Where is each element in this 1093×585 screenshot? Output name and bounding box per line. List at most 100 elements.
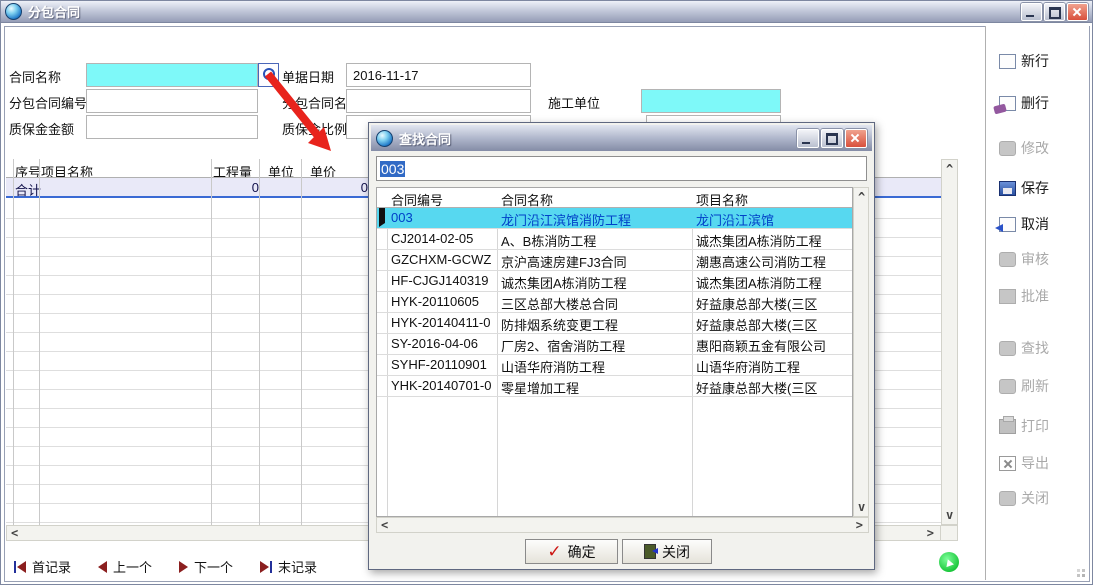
toolbar-delete-row[interactable]: 删行: [999, 93, 1049, 113]
doc-date-input[interactable]: 2016-11-17: [346, 63, 531, 87]
toolbar-refresh[interactable]: 刷新: [999, 376, 1049, 396]
toolbar-modify[interactable]: 修改: [999, 138, 1049, 158]
toolbar-approve[interactable]: 批准: [999, 286, 1049, 306]
last-record-icon: [260, 561, 272, 573]
dialog-horizontal-scrollbar[interactable]: < >: [376, 517, 869, 533]
dialog-title-bar: 查找合同: [371, 125, 872, 151]
sub-contract-no-input[interactable]: [86, 89, 258, 113]
total-label: 合计: [15, 180, 41, 199]
scroll-right-icon[interactable]: >: [856, 518, 863, 532]
scroll-left-icon[interactable]: <: [381, 518, 388, 532]
table-row[interactable]: GZCHXM-GCWZ 京沪高速房建FJ3合同 潮惠高速公司消防工程: [377, 250, 852, 271]
toolbar-print[interactable]: 打印: [999, 416, 1049, 436]
scrollbar-corner: [941, 525, 958, 541]
table-row[interactable]: YHK-20140701-0 零星增加工程 好益康总部大楼(三区: [377, 376, 852, 397]
toolbar-label: 导出: [1021, 453, 1049, 473]
approve-icon: [999, 289, 1016, 304]
header-contract-no: 合同编号: [387, 188, 497, 207]
scroll-down-icon[interactable]: v: [946, 508, 953, 522]
table-row[interactable]: HF-CJGJ140319 诚杰集团A栋消防工程 诚杰集团A栋消防工程: [377, 271, 852, 292]
last-record-button[interactable]: 末记录: [260, 557, 317, 576]
total-quantity: 0: [211, 180, 259, 195]
ok-button-label: 确定: [568, 542, 596, 562]
resize-grip-icon[interactable]: [1074, 566, 1085, 577]
doc-date-label: 单据日期: [282, 67, 334, 86]
window-title: 分包合同: [28, 2, 80, 21]
prev-record-icon: [98, 561, 107, 573]
print-icon: [999, 419, 1016, 434]
close-button[interactable]: [1067, 3, 1088, 21]
find-icon: [999, 341, 1016, 356]
dialog-vertical-scrollbar[interactable]: ^ v: [853, 187, 869, 517]
toolbar-label: 删行: [1021, 93, 1049, 113]
table-row[interactable]: SY-2016-04-06 厂房2、宿舍消防工程 惠阳商颖五金有限公司: [377, 334, 852, 355]
toolbar-label: 刷新: [1021, 376, 1049, 396]
dialog-close-action-button[interactable]: 关闭: [622, 539, 712, 564]
header-project-name: 项目名称: [692, 188, 852, 207]
toolbar-audit[interactable]: 审核: [999, 249, 1049, 269]
warranty-amount-input[interactable]: [86, 115, 258, 139]
toolbar-label: 查找: [1021, 338, 1049, 358]
toolbar-find[interactable]: 查找: [999, 338, 1049, 358]
contract-name-input[interactable]: [86, 63, 258, 87]
first-record-button[interactable]: 首记录: [14, 557, 71, 576]
contract-name-label: 合同名称: [9, 67, 61, 86]
contract-lookup-button[interactable]: [258, 63, 279, 87]
delete-row-icon: [999, 96, 1016, 111]
toolbar-close[interactable]: 关闭: [999, 488, 1049, 508]
check-icon: ✓: [547, 545, 561, 559]
table-row[interactable]: HYK-20140411-0 防排烟系统变更工程 好益康总部大楼(三区: [377, 313, 852, 334]
green-status-icon[interactable]: [939, 552, 959, 572]
first-record-label: 首记录: [32, 557, 71, 576]
table-row[interactable]: 003 龙门沿江滨馆消防工程 龙门沿江滨馆: [377, 208, 852, 229]
next-record-button[interactable]: 下一个: [179, 557, 233, 576]
maximize-button[interactable]: [1044, 3, 1065, 21]
toolbar-label: 打印: [1021, 416, 1049, 436]
scroll-up-icon[interactable]: ^: [946, 162, 953, 176]
warranty-amount-label: 质保金金额: [9, 119, 74, 138]
table-row[interactable]: SYHF-20110901 山语华府消防工程 山语华府消防工程: [377, 355, 852, 376]
toolbar-new-row[interactable]: 新行: [999, 51, 1049, 71]
scroll-down-icon[interactable]: v: [858, 500, 865, 514]
grid-vertical-scrollbar[interactable]: ^ v: [941, 159, 958, 525]
toolbar-export[interactable]: 导出: [999, 453, 1049, 473]
prev-record-button[interactable]: 上一个: [98, 557, 152, 576]
sub-contract-name-input[interactable]: [346, 89, 531, 113]
dialog-title: 查找合同: [399, 129, 451, 148]
refresh-icon: [999, 379, 1016, 394]
close-form-icon: [999, 491, 1016, 506]
find-contract-dialog: 查找合同 003 合同编号 合同名称 项目名称 003 龙门沿江滨馆消防工程 龙…: [368, 122, 875, 570]
toolbar-save[interactable]: 保存: [999, 178, 1049, 198]
side-toolbar: 新行 删行 修改 保存 取消 审核 批准 查找: [985, 26, 1089, 580]
toolbar-label: 审核: [1021, 249, 1049, 269]
scroll-up-icon[interactable]: ^: [858, 190, 865, 204]
scroll-left-icon[interactable]: <: [11, 526, 18, 540]
ok-button[interactable]: ✓ 确定: [525, 539, 618, 564]
modify-icon: [999, 141, 1016, 156]
minimize-button[interactable]: [1021, 3, 1042, 21]
dialog-minimize-button[interactable]: [797, 129, 819, 148]
header-contract-name: 合同名称: [497, 188, 692, 207]
table-row[interactable]: CJ2014-02-05 A、B栋消防工程 诚杰集团A栋消防工程: [377, 229, 852, 250]
door-exit-icon: [644, 544, 656, 559]
dialog-close-button[interactable]: [845, 129, 867, 148]
contract-search-input[interactable]: 003: [376, 156, 867, 181]
next-record-icon: [179, 561, 188, 573]
toolbar-label: 保存: [1021, 178, 1049, 198]
close-button-label: 关闭: [662, 542, 690, 562]
toolbar-cancel[interactable]: 取消: [999, 214, 1049, 234]
app-globe-icon: [5, 3, 22, 20]
toolbar-label: 取消: [1021, 214, 1049, 234]
first-record-icon: [14, 561, 26, 573]
toolbar-label: 关闭: [1021, 488, 1049, 508]
builder-input[interactable]: [641, 89, 781, 113]
dialog-maximize-button[interactable]: [821, 129, 843, 148]
scroll-right-icon[interactable]: >: [927, 526, 934, 540]
toolbar-label: 新行: [1021, 51, 1049, 71]
table-row[interactable]: HYK-20110605 三区总部大楼总合同 好益康总部大楼(三区: [377, 292, 852, 313]
total-unit-price: 0: [304, 180, 368, 195]
search-value: 003: [380, 161, 405, 177]
contract-table-header: 合同编号 合同名称 项目名称: [377, 188, 852, 208]
save-icon: [999, 181, 1016, 196]
last-record-label: 末记录: [278, 557, 317, 576]
